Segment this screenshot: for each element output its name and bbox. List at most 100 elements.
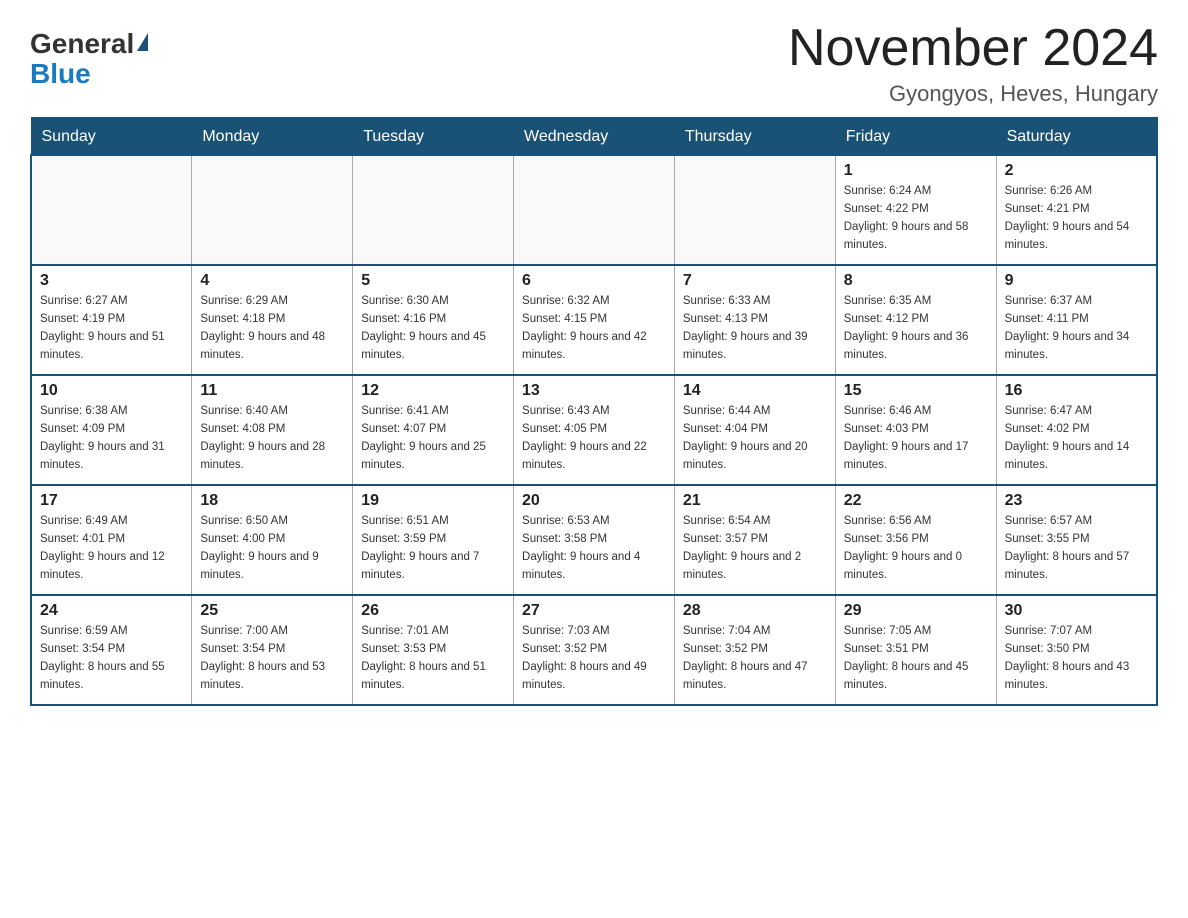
day-info: Sunrise: 6:46 AM Sunset: 4:03 PM Dayligh… — [844, 403, 988, 474]
header-friday: Friday — [835, 118, 996, 156]
calendar-cell: 9 Sunrise: 6:37 AM Sunset: 4:11 PM Daylig… — [996, 265, 1157, 375]
day-info: Sunrise: 6:30 AM Sunset: 4:16 PM Dayligh… — [361, 293, 505, 364]
calendar-cell — [674, 155, 835, 265]
calendar-cell: 21Sunrise: 6:54 AM Sunset: 3:57 PM Dayli… — [674, 485, 835, 595]
calendar-week-row: 3 Sunrise: 6:27 AM Sunset: 4:19 PM Daylig… — [31, 265, 1157, 375]
calendar-cell: 1 Sunrise: 6:24 AM Sunset: 4:22 PM Daylig… — [835, 155, 996, 265]
day-number: 11 — [200, 382, 344, 400]
day-info: Sunrise: 7:05 AM Sunset: 3:51 PM Dayligh… — [844, 623, 988, 694]
day-info: Sunrise: 6:24 AM Sunset: 4:22 PM Dayligh… — [844, 183, 988, 254]
day-info: Sunrise: 7:03 AM Sunset: 3:52 PM Dayligh… — [522, 623, 666, 694]
day-info: Sunrise: 6:50 AM Sunset: 4:00 PM Dayligh… — [200, 513, 344, 584]
day-info: Sunrise: 7:04 AM Sunset: 3:52 PM Dayligh… — [683, 623, 827, 694]
day-info: Sunrise: 6:27 AM Sunset: 4:19 PM Dayligh… — [40, 293, 183, 364]
day-info: Sunrise: 6:32 AM Sunset: 4:15 PM Dayligh… — [522, 293, 666, 364]
header-saturday: Saturday — [996, 118, 1157, 156]
header-sunday: Sunday — [31, 118, 192, 156]
calendar-cell: 22Sunrise: 6:56 AM Sunset: 3:56 PM Dayli… — [835, 485, 996, 595]
calendar-cell: 28 Sunrise: 7:04 AM Sunset: 3:52 PM Dayli… — [674, 595, 835, 705]
calendar-cell — [514, 155, 675, 265]
day-number: 23 — [1005, 492, 1148, 510]
day-number: 3 — [40, 272, 183, 290]
calendar-title: November 2024 — [788, 20, 1158, 77]
day-number: 18 — [200, 492, 344, 510]
logo-general-text: General — [30, 30, 148, 58]
day-info: Sunrise: 6:26 AM Sunset: 4:21 PM Dayligh… — [1005, 183, 1148, 254]
calendar-cell: 20Sunrise: 6:53 AM Sunset: 3:58 PM Dayli… — [514, 485, 675, 595]
calendar-cell: 7 Sunrise: 6:33 AM Sunset: 4:13 PM Daylig… — [674, 265, 835, 375]
calendar-table: SundayMondayTuesdayWednesdayThursdayFrid… — [30, 117, 1158, 706]
day-number: 16 — [1005, 382, 1148, 400]
calendar-cell: 12 Sunrise: 6:41 AM Sunset: 4:07 PM Dayli… — [353, 375, 514, 485]
day-number: 28 — [683, 602, 827, 620]
day-number: 1 — [844, 162, 988, 180]
day-info: Sunrise: 6:29 AM Sunset: 4:18 PM Dayligh… — [200, 293, 344, 364]
calendar-cell: 2Sunrise: 6:26 AM Sunset: 4:21 PM Daylig… — [996, 155, 1157, 265]
calendar-cell: 13 Sunrise: 6:43 AM Sunset: 4:05 PM Dayli… — [514, 375, 675, 485]
day-info: Sunrise: 6:53 AM Sunset: 3:58 PM Dayligh… — [522, 513, 666, 584]
calendar-cell: 10 Sunrise: 6:38 AM Sunset: 4:09 PM Dayli… — [31, 375, 192, 485]
calendar-cell: 24 Sunrise: 6:59 AM Sunset: 3:54 PM Dayli… — [31, 595, 192, 705]
day-info: Sunrise: 6:35 AM Sunset: 4:12 PM Dayligh… — [844, 293, 988, 364]
calendar-week-row: 10 Sunrise: 6:38 AM Sunset: 4:09 PM Dayli… — [31, 375, 1157, 485]
day-number: 9 — [1005, 272, 1148, 290]
day-info: Sunrise: 6:51 AM Sunset: 3:59 PM Dayligh… — [361, 513, 505, 584]
day-info: Sunrise: 6:47 AM Sunset: 4:02 PM Dayligh… — [1005, 403, 1148, 474]
header-wednesday: Wednesday — [514, 118, 675, 156]
calendar-header-row: SundayMondayTuesdayWednesdayThursdayFrid… — [31, 118, 1157, 156]
logo-blue-text: Blue — [30, 58, 91, 90]
day-number: 15 — [844, 382, 988, 400]
day-info: Sunrise: 6:57 AM Sunset: 3:55 PM Dayligh… — [1005, 513, 1148, 584]
day-info: Sunrise: 7:07 AM Sunset: 3:50 PM Dayligh… — [1005, 623, 1148, 694]
calendar-cell: 6 Sunrise: 6:32 AM Sunset: 4:15 PM Daylig… — [514, 265, 675, 375]
day-number: 30 — [1005, 602, 1148, 620]
day-info: Sunrise: 6:41 AM Sunset: 4:07 PM Dayligh… — [361, 403, 505, 474]
calendar-week-row: 1 Sunrise: 6:24 AM Sunset: 4:22 PM Daylig… — [31, 155, 1157, 265]
calendar-cell — [192, 155, 353, 265]
day-number: 21 — [683, 492, 827, 510]
day-number: 14 — [683, 382, 827, 400]
calendar-cell: 18 Sunrise: 6:50 AM Sunset: 4:00 PM Dayli… — [192, 485, 353, 595]
day-info: Sunrise: 6:59 AM Sunset: 3:54 PM Dayligh… — [40, 623, 183, 694]
page-header: General Blue November 2024 Gyongyos, Hev… — [30, 20, 1158, 107]
calendar-cell: 27 Sunrise: 7:03 AM Sunset: 3:52 PM Dayli… — [514, 595, 675, 705]
day-number: 29 — [844, 602, 988, 620]
day-number: 25 — [200, 602, 344, 620]
day-number: 8 — [844, 272, 988, 290]
day-info: Sunrise: 7:01 AM Sunset: 3:53 PM Dayligh… — [361, 623, 505, 694]
day-number: 7 — [683, 272, 827, 290]
day-number: 24 — [40, 602, 183, 620]
logo-arrow — [137, 33, 148, 51]
calendar-cell: 15 Sunrise: 6:46 AM Sunset: 4:03 PM Dayli… — [835, 375, 996, 485]
calendar-cell: 11 Sunrise: 6:40 AM Sunset: 4:08 PM Dayli… — [192, 375, 353, 485]
day-info: Sunrise: 6:43 AM Sunset: 4:05 PM Dayligh… — [522, 403, 666, 474]
day-number: 26 — [361, 602, 505, 620]
calendar-cell: 29 Sunrise: 7:05 AM Sunset: 3:51 PM Dayli… — [835, 595, 996, 705]
day-info: Sunrise: 6:33 AM Sunset: 4:13 PM Dayligh… — [683, 293, 827, 364]
calendar-cell: 17 Sunrise: 6:49 AM Sunset: 4:01 PM Dayli… — [31, 485, 192, 595]
day-info: Sunrise: 6:49 AM Sunset: 4:01 PM Dayligh… — [40, 513, 183, 584]
day-number: 6 — [522, 272, 666, 290]
day-info: Sunrise: 6:37 AM Sunset: 4:11 PM Dayligh… — [1005, 293, 1148, 364]
calendar-cell: 3 Sunrise: 6:27 AM Sunset: 4:19 PM Daylig… — [31, 265, 192, 375]
calendar-cell: 16 Sunrise: 6:47 AM Sunset: 4:02 PM Dayli… — [996, 375, 1157, 485]
calendar-title-block: November 2024 Gyongyos, Heves, Hungary — [788, 20, 1158, 107]
logo: General Blue — [30, 20, 148, 90]
day-number: 17 — [40, 492, 183, 510]
day-number: 12 — [361, 382, 505, 400]
logo-blue-row: Blue — [30, 58, 91, 90]
day-info: Sunrise: 6:56 AM Sunset: 3:56 PM Dayligh… — [844, 513, 988, 584]
day-info: Sunrise: 6:44 AM Sunset: 4:04 PM Dayligh… — [683, 403, 827, 474]
day-number: 10 — [40, 382, 183, 400]
day-number: 5 — [361, 272, 505, 290]
header-monday: Monday — [192, 118, 353, 156]
calendar-cell: 8 Sunrise: 6:35 AM Sunset: 4:12 PM Daylig… — [835, 265, 996, 375]
calendar-cell: 4 Sunrise: 6:29 AM Sunset: 4:18 PM Daylig… — [192, 265, 353, 375]
day-number: 4 — [200, 272, 344, 290]
day-number: 27 — [522, 602, 666, 620]
day-info: Sunrise: 6:40 AM Sunset: 4:08 PM Dayligh… — [200, 403, 344, 474]
day-info: Sunrise: 6:38 AM Sunset: 4:09 PM Dayligh… — [40, 403, 183, 474]
day-number: 13 — [522, 382, 666, 400]
day-number: 19 — [361, 492, 505, 510]
calendar-cell — [31, 155, 192, 265]
